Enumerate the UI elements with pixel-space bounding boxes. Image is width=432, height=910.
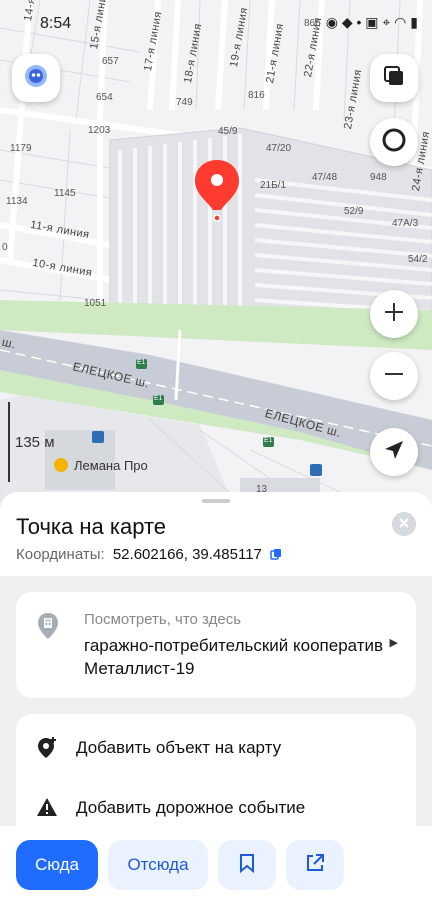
status-time: 8:54 bbox=[40, 15, 72, 32]
my-location-button[interactable] bbox=[370, 428, 418, 476]
house-number: 0 bbox=[2, 242, 8, 253]
warning-icon bbox=[36, 796, 58, 823]
status-icons: ◉ ◆ • ▣ ⌖ ◠ ▮ bbox=[325, 14, 418, 30]
coordinates-label: Координаты: bbox=[16, 546, 105, 563]
house-number: 1203 bbox=[88, 125, 111, 136]
place-header: Точка на карте Координаты: 52.602166, 39… bbox=[0, 492, 432, 576]
poi-label[interactable]: Лемана Про bbox=[74, 458, 148, 473]
house-number: 654 bbox=[96, 92, 113, 103]
bookmark-button[interactable] bbox=[218, 840, 276, 890]
copy-icon[interactable] bbox=[270, 547, 282, 564]
route-here-button[interactable]: Сюда bbox=[16, 840, 98, 890]
place-sheet: Точка на карте Координаты: 52.602166, 39… bbox=[0, 492, 432, 910]
assistant-icon bbox=[23, 63, 49, 94]
house-number: 47/20 bbox=[266, 143, 292, 154]
street-label: ш. bbox=[0, 334, 18, 352]
location-pin bbox=[192, 158, 242, 229]
zoom-out-button[interactable] bbox=[370, 352, 418, 400]
building-icon bbox=[36, 612, 60, 645]
minus-icon bbox=[383, 363, 405, 390]
navigation-arrow-icon bbox=[382, 438, 406, 467]
status-bar: 8:54 ◉ ◆ • ▣ ⌖ ◠ ▮ bbox=[0, 0, 432, 44]
house-number: 52/9 bbox=[344, 206, 364, 217]
coordinates-value[interactable]: 52.602166, 39.485117 bbox=[113, 546, 262, 563]
add-object-row[interactable]: Добавить объект на карту bbox=[16, 720, 416, 776]
add-object-label: Добавить объект на карту bbox=[76, 738, 282, 757]
add-road-event-label: Добавить дорожное событие bbox=[76, 798, 306, 817]
scale-label: 135 м bbox=[15, 434, 55, 451]
whats-here-label: Посмотреть, что здесь bbox=[84, 611, 242, 628]
house-number: 1179 bbox=[10, 143, 32, 154]
house-number: 1145 bbox=[54, 188, 76, 199]
house-number: 1134 bbox=[6, 196, 28, 207]
house-number: 816 bbox=[248, 90, 265, 101]
assistant-button[interactable] bbox=[12, 54, 60, 102]
house-number: 948 bbox=[370, 172, 387, 183]
route-badge: Е1 bbox=[264, 437, 273, 444]
house-number: 21Б/1 bbox=[260, 180, 287, 191]
zoom-in-button[interactable] bbox=[370, 290, 418, 338]
add-pin-icon bbox=[36, 736, 58, 765]
layers-icon bbox=[382, 64, 406, 93]
ring-icon bbox=[380, 126, 408, 159]
chevron-right-icon: ▶ bbox=[389, 637, 398, 649]
house-number: 749 bbox=[176, 97, 193, 108]
action-bar: Сюда Отсюда bbox=[0, 826, 432, 910]
map-background bbox=[0, 0, 432, 520]
house-number: 45/9 bbox=[218, 126, 238, 137]
bookmark-icon bbox=[239, 853, 255, 878]
close-icon bbox=[399, 515, 409, 533]
coordinates-row: Координаты: 52.602166, 39.485117 bbox=[16, 546, 282, 564]
house-number: 657 bbox=[102, 56, 119, 67]
share-icon bbox=[305, 853, 325, 878]
whats-here-card[interactable]: Посмотреть, что здесь гаражно-потребител… bbox=[16, 592, 416, 698]
plus-icon bbox=[383, 301, 405, 328]
close-button[interactable] bbox=[392, 512, 416, 536]
share-button[interactable] bbox=[286, 840, 344, 890]
ring-button[interactable] bbox=[370, 118, 418, 166]
house-number: 47А/3 bbox=[392, 218, 419, 229]
route-badge: Е1 bbox=[137, 359, 146, 366]
route-from-button[interactable]: Отсюда bbox=[108, 840, 208, 890]
house-number: 54/2 bbox=[408, 254, 428, 265]
house-number: 1051 bbox=[84, 298, 107, 309]
layers-button[interactable] bbox=[370, 54, 418, 102]
route-badge: Е1 bbox=[154, 395, 163, 402]
place-name: гаражно-потребительский кооператив Метал… bbox=[84, 636, 384, 678]
place-title: Точка на карте bbox=[16, 514, 167, 539]
map-view[interactable]: 8:54 ◉ ◆ • ▣ ⌖ ◠ ▮ 14-я линия 15-я линия… bbox=[0, 0, 432, 520]
house-number: 47/48 bbox=[312, 172, 338, 183]
sheet-handle[interactable] bbox=[202, 499, 230, 503]
